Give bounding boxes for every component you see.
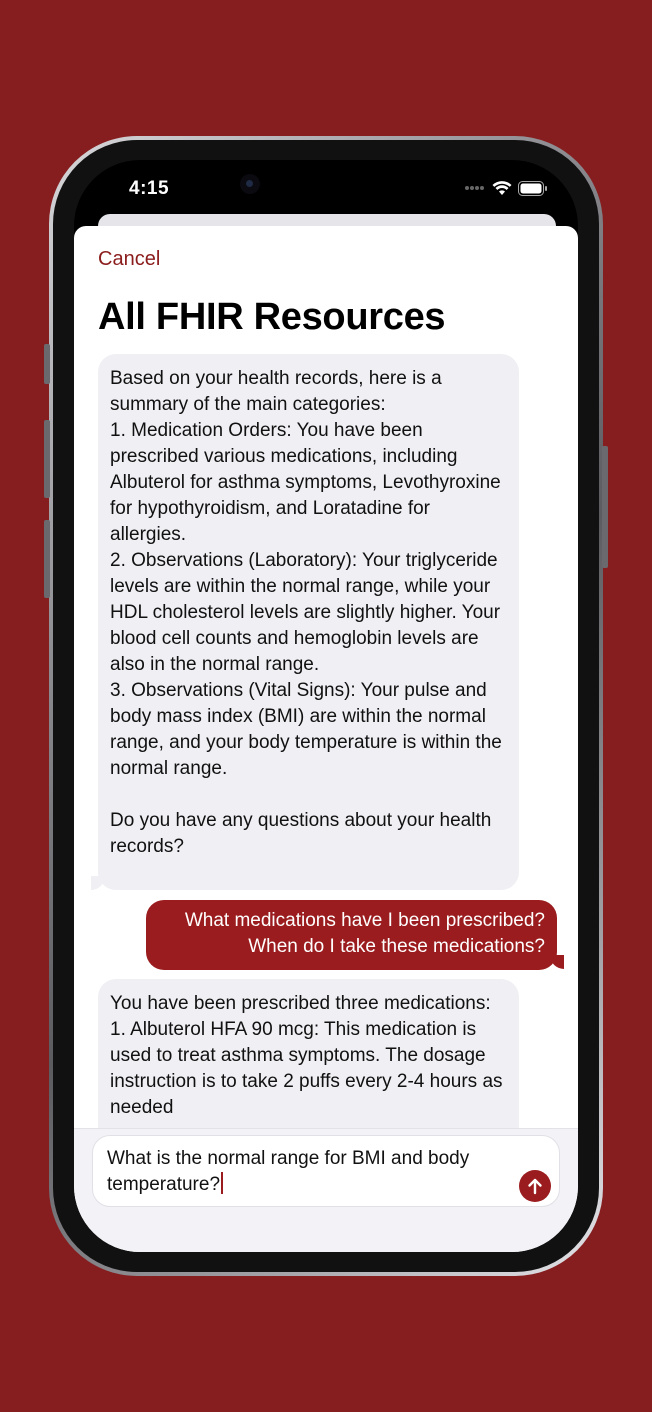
arrow-up-circle-icon — [528, 1178, 542, 1195]
mute-switch — [44, 344, 50, 384]
send-button[interactable] — [519, 1170, 551, 1202]
message-input[interactable]: What is the normal range for BMI and bod… — [92, 1135, 560, 1207]
status-icons — [464, 180, 548, 196]
assistant-message: Based on your health records, here is a … — [98, 354, 519, 890]
cellular-dots-icon — [465, 186, 484, 190]
wifi-icon — [492, 180, 512, 195]
assistant-bubble-tail — [91, 876, 105, 890]
battery-icon — [518, 180, 547, 196]
status-time: 4:15 — [129, 178, 170, 199]
user-message: What medications have I been prescribed?… — [146, 900, 557, 970]
chat-sheet: Cancel All FHIR Resources Based on your … — [74, 226, 578, 1252]
power-button — [602, 446, 608, 568]
phone-screen: 4:15 Cancel All FHIR Resources Based on … — [74, 160, 578, 1252]
volume-up-button — [44, 420, 50, 498]
volume-down-button — [44, 520, 50, 598]
status-bar: 4:15 — [74, 160, 578, 216]
front-camera — [240, 174, 260, 194]
message-input-value: What is the normal range for BMI and bod… — [107, 1148, 470, 1195]
composer-bar: What is the normal range for BMI and bod… — [74, 1128, 578, 1252]
cancel-button[interactable]: Cancel — [98, 248, 160, 271]
text-caret — [221, 1172, 224, 1194]
page-title: All FHIR Resources — [98, 296, 446, 338]
user-bubble-tail — [550, 955, 564, 969]
